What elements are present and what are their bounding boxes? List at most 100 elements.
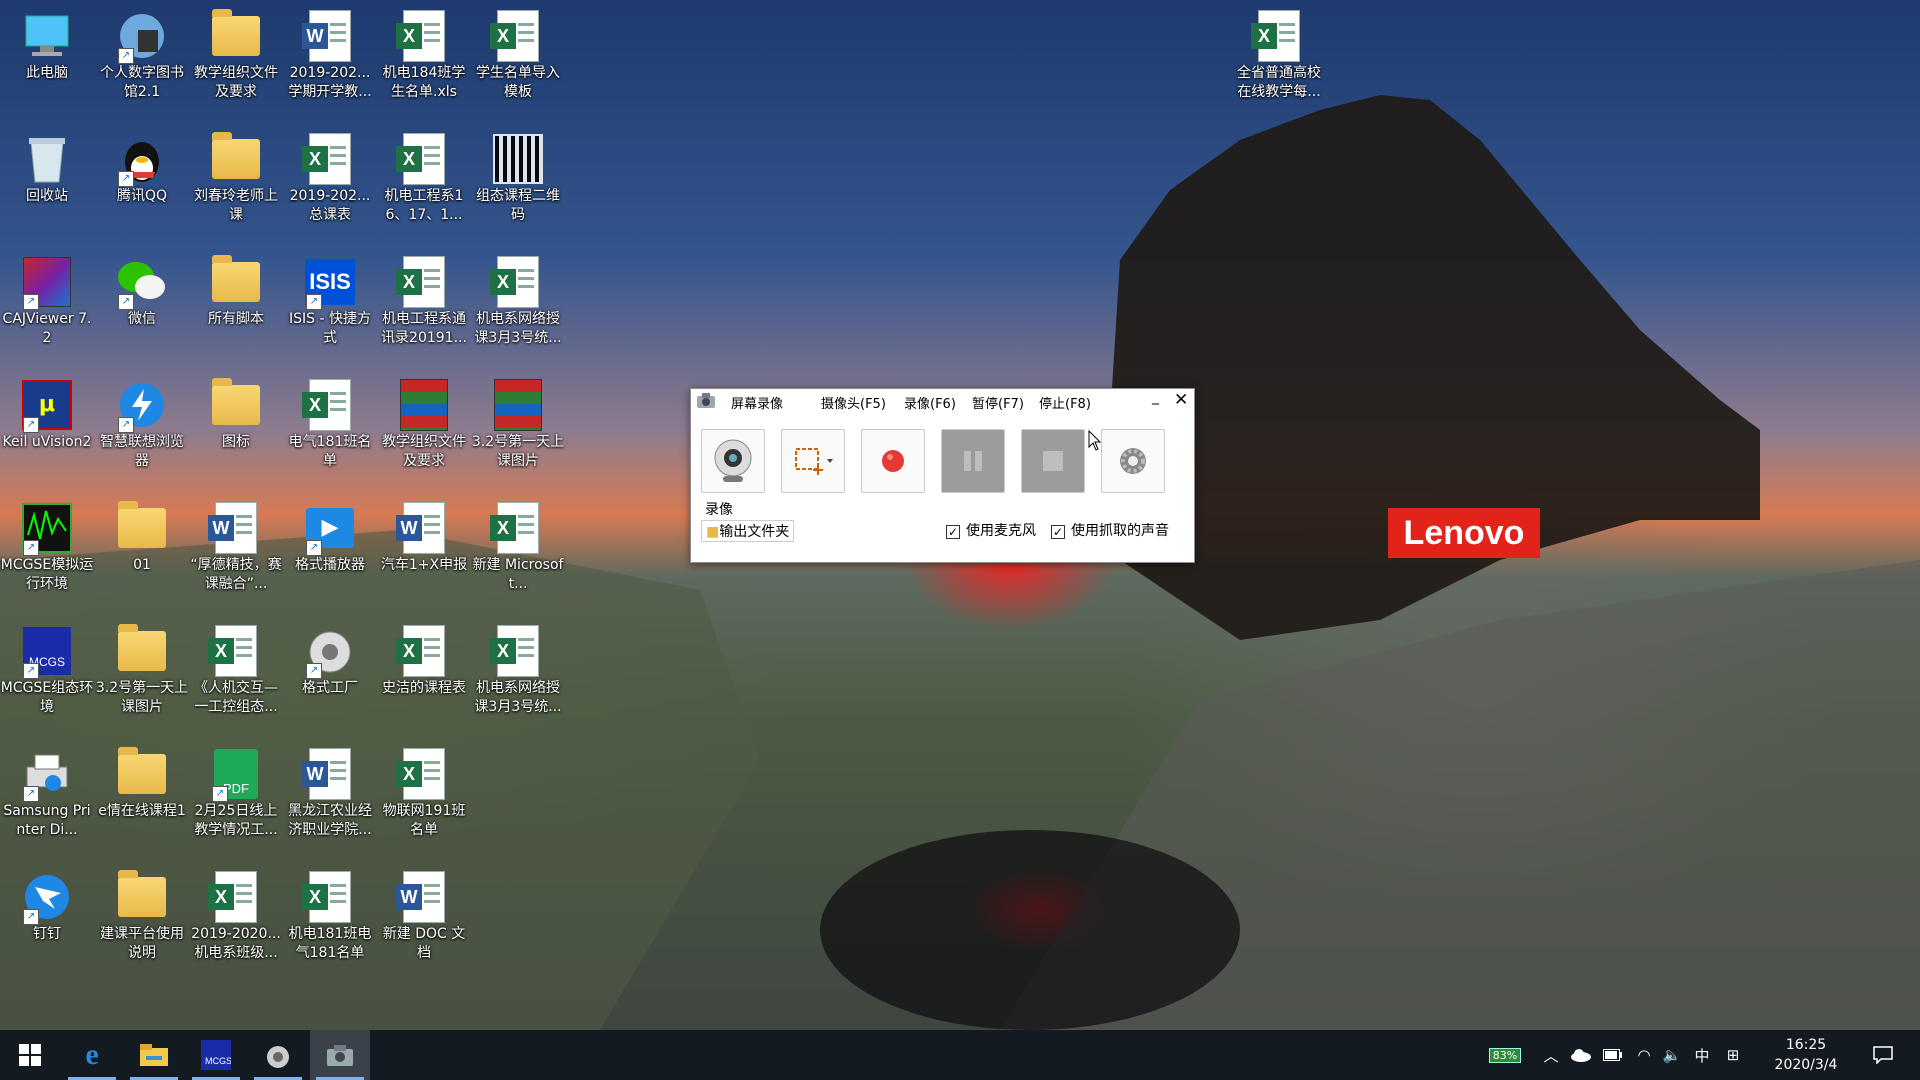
desktop-icon[interactable]: 所有脚本 (189, 250, 283, 329)
desktop-icon[interactable]: X 《人机交互—一工控组态... (189, 619, 283, 717)
capture-sound-checkbox[interactable]: ✓ 使用抓取的声音 (1051, 520, 1169, 540)
taskbar-explorer[interactable] (124, 1030, 184, 1080)
desktop-icon[interactable]: 3.2号第一天上课图片 (95, 619, 189, 717)
desktop-icon[interactable]: μ ↗ Keil uVision2 (0, 373, 94, 452)
desktop-icon[interactable]: ↗ Samsung Printer Di... (0, 742, 94, 840)
menu-pause[interactable]: 暂停(F7) (972, 393, 1024, 412)
desktop-icon-label: 电气181班名单 (288, 434, 372, 469)
region-select-button[interactable] (781, 429, 845, 493)
desktop-icon[interactable]: 此电脑 (0, 4, 94, 83)
desktop-icon[interactable]: X 2019-202...总课表 (283, 127, 377, 225)
excel-icon: X (490, 502, 544, 554)
desktop-icon[interactable]: X 学生名单导入模板 (471, 4, 565, 102)
desktop-icon[interactable]: ISIS ↗ ISIS - 快捷方式 (283, 250, 377, 348)
screen-recorder-window[interactable]: 屏幕录像 摄像头(F5) 录像(F6) 暂停(F7) 停止(F8) _ ✕ 录像… (690, 388, 1195, 563)
mic-label: 使用麦克风 (966, 523, 1036, 539)
desktop-icon[interactable]: PDF ↗ 2月25日线上教学情况工... (189, 742, 283, 840)
svg-text:MCGS: MCGS (205, 1056, 231, 1066)
output-folder-button[interactable]: ■输出文件夹 (701, 520, 795, 542)
desktop-icon[interactable]: ▶ ↗ 格式播放器 (283, 496, 377, 575)
desktop-icon[interactable]: ↗ 微信 (95, 250, 189, 329)
onedrive-tray[interactable] (1566, 1030, 1596, 1080)
stop-button[interactable] (1021, 429, 1085, 493)
desktop-icon[interactable]: ↗ MCGSE模拟运行环境 (0, 496, 94, 594)
mic-checkbox[interactable]: ✓ 使用麦克风 (946, 520, 1036, 540)
battery-indicator[interactable]: 83% (1482, 1030, 1528, 1080)
shortcut-arrow-icon: ↗ (306, 540, 322, 556)
format-factory-icon (267, 1046, 289, 1068)
excel-icon: X (208, 871, 262, 923)
desktop-icon[interactable]: ↗ 格式工厂 (283, 619, 377, 698)
desktop-icon[interactable]: ↗ 腾讯QQ (95, 127, 189, 206)
desktop-icon[interactable]: X 物联网191班名单 (377, 742, 471, 840)
desktop-icon[interactable]: X 机电工程系16、17、1... (377, 127, 471, 225)
show-hidden-icons[interactable]: ︿ (1538, 1030, 1564, 1080)
webcam-button[interactable] (701, 429, 765, 493)
desktop-icon[interactable]: 01 (95, 496, 189, 575)
desktop-icon[interactable]: 3.2号第一天上课图片 (471, 373, 565, 471)
desktop-icon-label: 2月25日线上教学情况工... (194, 803, 278, 838)
taskbar-format-factory[interactable] (248, 1030, 308, 1080)
desktop-icon[interactable]: W 2019-202...学期开学教... (283, 4, 377, 102)
shortcut-arrow-icon: ↗ (23, 540, 39, 556)
power-tray[interactable] (1598, 1030, 1628, 1080)
app-globe-icon: ↗ (116, 10, 168, 64)
folder-icon (116, 501, 168, 554)
desktop-icon[interactable]: X 机电系网络授课3月3号统... (471, 250, 565, 348)
desktop-icon[interactable]: X 电气181班名单 (283, 373, 377, 471)
settings-button[interactable] (1101, 429, 1165, 493)
desktop-icon[interactable]: X 机电184班学生名单.xls (377, 4, 471, 102)
desktop-icon[interactable]: 教学组织文件及要求 (377, 373, 471, 471)
desktop-icon[interactable]: MCGS ↗ MCGSE组态环境 (0, 619, 94, 717)
desktop-icon-label: 组态课程二维码 (476, 188, 560, 223)
desktop-icon[interactable]: X 新建 Microsoft... (471, 496, 565, 594)
close-button[interactable]: ✕ (1174, 390, 1188, 410)
dingtalk-icon: ↗ (21, 871, 73, 925)
pause-icon (964, 451, 982, 471)
shortcut-arrow-icon: ↗ (23, 417, 39, 433)
desktop-icon[interactable]: W 汽车1+X申报 (377, 496, 471, 575)
pause-button[interactable] (941, 429, 1005, 493)
desktop-icon[interactable]: X 史洁的课程表 (377, 619, 471, 698)
desktop-icon[interactable]: ↗ 智慧联想浏览器 (95, 373, 189, 471)
desktop-icon-label: 格式播放器 (295, 557, 365, 573)
taskbar-mcgs[interactable]: MCGS (186, 1030, 246, 1080)
desktop-icon[interactable]: ↗ 钉钉 (0, 865, 94, 944)
clock[interactable]: 16:25 2020/3/4 (1756, 1030, 1856, 1080)
desktop-icon-label: 钉钉 (33, 926, 61, 942)
desktop-icon-label: 回收站 (26, 188, 68, 204)
desktop-icon[interactable]: 组态课程二维码 (471, 127, 565, 225)
taskbar-edge[interactable]: e (62, 1030, 122, 1080)
desktop-icon[interactable]: X 全省普通高校在线教学每... (1232, 4, 1326, 102)
desktop-icon[interactable]: 刘春玲老师上课 (189, 127, 283, 225)
ime-mode[interactable]: ⊞ (1718, 1030, 1748, 1080)
desktop-icon[interactable]: W 黑龙江农业经济职业学院... (283, 742, 377, 840)
network-tray[interactable]: ◠ (1630, 1030, 1658, 1080)
desktop-icon[interactable]: 建课平台使用说明 (95, 865, 189, 963)
desktop-icon[interactable]: 图标 (189, 373, 283, 452)
desktop-icon[interactable]: ↗ 个人数字图书馆2.1 (95, 4, 189, 102)
file-explorer-icon (140, 1044, 168, 1066)
minimize-button[interactable]: _ (1152, 389, 1159, 405)
taskbar: e MCGS 83% ︿ ◠ 🔈 中 ⊞ 16:25 2020/3/4 (0, 1030, 1920, 1080)
taskbar-screen-recorder[interactable] (310, 1030, 370, 1080)
desktop-icon[interactable]: W 新建 DOC 文档 (377, 865, 471, 963)
menu-camera[interactable]: 摄像头(F5) (821, 393, 886, 412)
desktop-icon[interactable]: W “厚德精技，赛课融合”... (189, 496, 283, 594)
desktop-icon[interactable]: ↗ CAJViewer 7.2 (0, 250, 94, 348)
input-method[interactable]: 中 (1688, 1030, 1716, 1080)
desktop-icon[interactable]: e情在线课程1 (95, 742, 189, 821)
desktop-icon[interactable]: 教学组织文件及要求 (189, 4, 283, 102)
start-button[interactable] (0, 1030, 60, 1080)
volume-tray[interactable]: 🔈 (1658, 1030, 1686, 1080)
menu-record[interactable]: 录像(F6) (904, 393, 956, 412)
desktop-icon[interactable]: X 2019-2020...机电系班级... (189, 865, 283, 963)
menu-stop[interactable]: 停止(F8) (1039, 393, 1091, 412)
desktop-icon[interactable]: X 机电工程系通讯录20191... (377, 250, 471, 348)
desktop-icon[interactable]: X 机电181班电气181名单 (283, 865, 377, 963)
factory-icon: ↗ (304, 625, 356, 679)
action-center[interactable] (1860, 1030, 1906, 1080)
desktop-icon[interactable]: X 机电系网络授课3月3号统... (471, 619, 565, 717)
desktop-icon[interactable]: 回收站 (0, 127, 94, 206)
record-button[interactable] (861, 429, 925, 493)
